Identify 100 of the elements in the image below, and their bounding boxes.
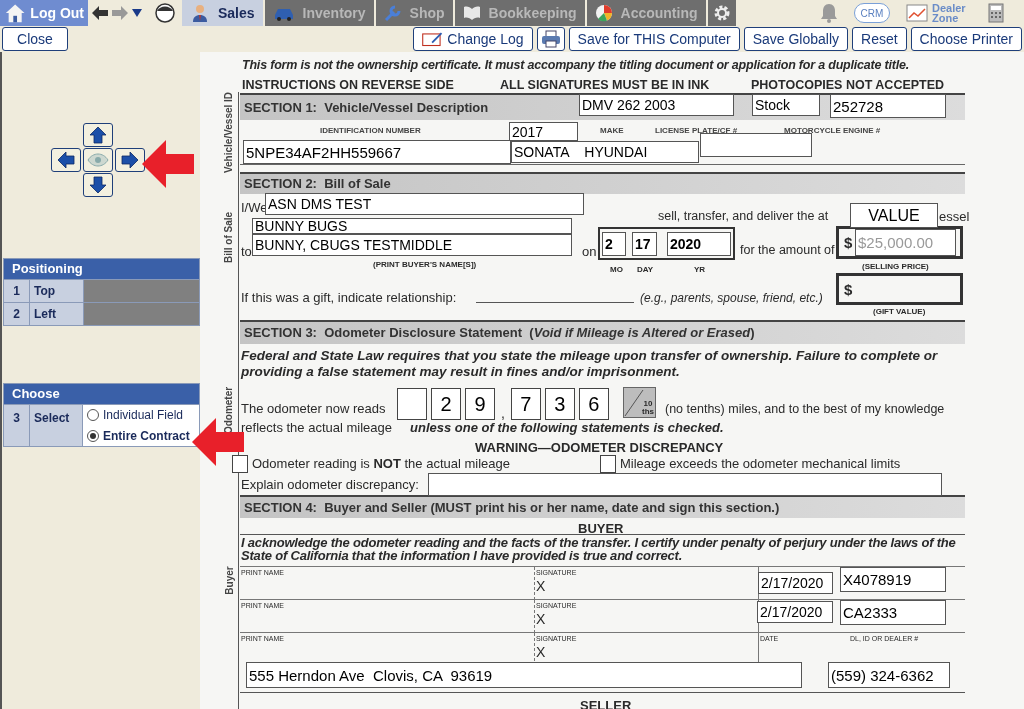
input-field[interactable]: SONATA HYUNDAI (511, 141, 699, 163)
input-field[interactable]: 5NPE34AF2HH559667 (243, 140, 511, 164)
toolbar-button[interactable]: Save Globally (743, 27, 849, 51)
input-field[interactable] (428, 473, 942, 496)
panel-header: Positioning (4, 259, 199, 279)
toolbar-button[interactable]: Save for THIS Computer (568, 27, 740, 51)
signature-mark: X (536, 612, 546, 626)
checkbox[interactable] (232, 454, 248, 473)
section-title: SECTION 2: Bill of Sale (244, 175, 391, 194)
input-field[interactable]: CA2333 (840, 600, 946, 625)
input-field[interactable]: 2017 (509, 122, 578, 141)
checkbox-label: Odometer reading is NOT the actual mileage (252, 455, 510, 473)
digit-box: 7 (510, 388, 541, 420)
form-label: essel (939, 208, 970, 226)
caption: MO (610, 264, 623, 276)
side-label: Buyer (222, 565, 236, 595)
caption: YR (694, 264, 706, 276)
certification-text: I acknowledge the odometer reading and the facts of the transfer. I certify under penalty of perjury under the laws of the State of California that the information I have provided is true and correct. (241, 536, 957, 562)
caption: (PRINT BUYER'S NAME[S]) (373, 259, 477, 271)
caption: (GIFT VALUE) (873, 306, 926, 318)
pointer-arrow-icon (142, 140, 194, 188)
input-field[interactable]: 555 Herndon Ave Clovis, CA 93619 (246, 662, 802, 688)
digit-box: 9 (465, 388, 495, 420)
form-label: If this was a gift, indicate relationship: (241, 289, 457, 307)
form-label: on (582, 243, 597, 261)
input-field[interactable]: 2/17/2020 (758, 572, 833, 594)
currency-sign: $ (844, 280, 853, 300)
input-field[interactable]: Stock (752, 94, 820, 116)
input-field[interactable]: ASN DMS TEST (265, 193, 584, 215)
input-field[interactable]: 2020 (667, 232, 731, 256)
side-label: Vehicle/Vessel ID (222, 91, 236, 173)
left-arrow-button[interactable] (51, 148, 81, 172)
right-arrow-button[interactable] (115, 148, 145, 172)
book-icon (462, 5, 481, 21)
eye-icon (87, 153, 109, 167)
column-label: MOTORCYCLE ENGINE # (784, 125, 881, 137)
radio-button[interactable] (87, 409, 99, 421)
input-field[interactable]: 2/17/2020 (757, 601, 833, 623)
input-field[interactable] (700, 133, 812, 157)
section-title: SECTION 1: Vehicle/Vessel Description (244, 98, 489, 117)
input-field[interactable]: BUNNY BUGS (252, 218, 572, 234)
form-emphasis: unless one of the following statements is checked. (410, 420, 724, 437)
input-field[interactable]: DMV 262 2003 (579, 94, 734, 116)
toolbar-button[interactable]: Choose Printer (910, 27, 1022, 51)
chart-icon[interactable] (906, 4, 928, 22)
notice-text: This form is not the ownership certificate. It must accompany the titling document or application for a duplicate title. (242, 57, 910, 74)
digit-box: 3 (544, 388, 575, 420)
input-field[interactable]: (559) 324-6362 (828, 662, 950, 688)
side-label: Bill of Sale (222, 211, 236, 263)
down-arrow-button[interactable] (83, 173, 113, 197)
form-label: sell, transfer, and deliver the at (658, 208, 829, 225)
digit-box (397, 388, 427, 420)
radio-option[interactable]: Individual Field (87, 406, 195, 424)
checkbox-label: Mileage exceeds the odometer mechanical limits (620, 455, 901, 473)
form-label: The odometer now reads (241, 400, 386, 418)
panel-header: Choose (4, 384, 199, 404)
radio-option[interactable]: Entire Contract (87, 427, 195, 445)
header-note: INSTRUCTIONS ON REVERSE SIDE (242, 77, 454, 94)
row-number: 1 (4, 280, 30, 302)
checkbox[interactable] (600, 454, 616, 473)
pie-chart-icon (594, 4, 613, 22)
back-arrow-icon[interactable] (92, 6, 108, 20)
input-field[interactable]: 2 (602, 232, 626, 256)
digit-box: 6 (578, 388, 609, 420)
input-field[interactable]: X4078919 (840, 567, 946, 592)
digit-box: 2 (431, 388, 461, 420)
input-field[interactable]: 17 (632, 232, 657, 256)
subheading: BUYER (578, 520, 624, 538)
calculator-icon[interactable] (988, 3, 1004, 23)
close-button[interactable]: Close (2, 27, 68, 51)
digit-separator: , (500, 406, 506, 420)
radio-button[interactable] (87, 430, 99, 442)
crm-button[interactable]: CRM (854, 3, 890, 23)
currency-sign: $ (844, 233, 853, 253)
change-log-button[interactable]: Change Log (412, 27, 533, 51)
toolbar-button[interactable]: Reset (852, 27, 907, 51)
slash-icon (624, 388, 644, 417)
statement-text: Federal and State Law requires that you state the mileage upon transfer of ownership. Failure to complete or providing a false statement may result in fines and/or imprisonment. (241, 348, 939, 380)
input-field[interactable]: 252728 (830, 94, 946, 118)
form-label: for the amount of (740, 242, 835, 259)
section-title: SECTION 4: Buyer and Seller (MUST print his or her name, date and sign this section.) (244, 498, 780, 517)
print-button[interactable] (536, 27, 565, 51)
nav-tab[interactable]: Sales (182, 0, 263, 26)
caption: DAY (637, 264, 654, 276)
wrench-icon (383, 4, 402, 22)
caption: (SELLING PRICE) (862, 261, 929, 273)
form-label: Explain odometer discrepancy: (241, 476, 419, 494)
row-number: 3 (4, 405, 30, 446)
input-field[interactable]: VALUE (850, 203, 938, 228)
person-icon (190, 3, 210, 23)
section-title: SECTION 3: Odometer Disclosure Statement (Void if Mileage is Altered or Erased) (244, 324, 755, 343)
column-label: IDENTIFICATION NUMBER (320, 125, 421, 137)
up-arrow-button[interactable] (83, 123, 113, 147)
dropdown-caret-icon[interactable] (132, 9, 142, 17)
home-icon (4, 2, 27, 24)
tenths-label: 10 ths (642, 400, 654, 416)
warning-heading: WARNING—ODOMETER DISCREPANCY (475, 439, 724, 457)
preview-button[interactable] (83, 148, 113, 172)
header-note: ALL SIGNATURES MUST BE IN INK (500, 77, 710, 94)
input-field[interactable]: BUNNY, CBUGS TESTMIDDLE (252, 234, 572, 256)
